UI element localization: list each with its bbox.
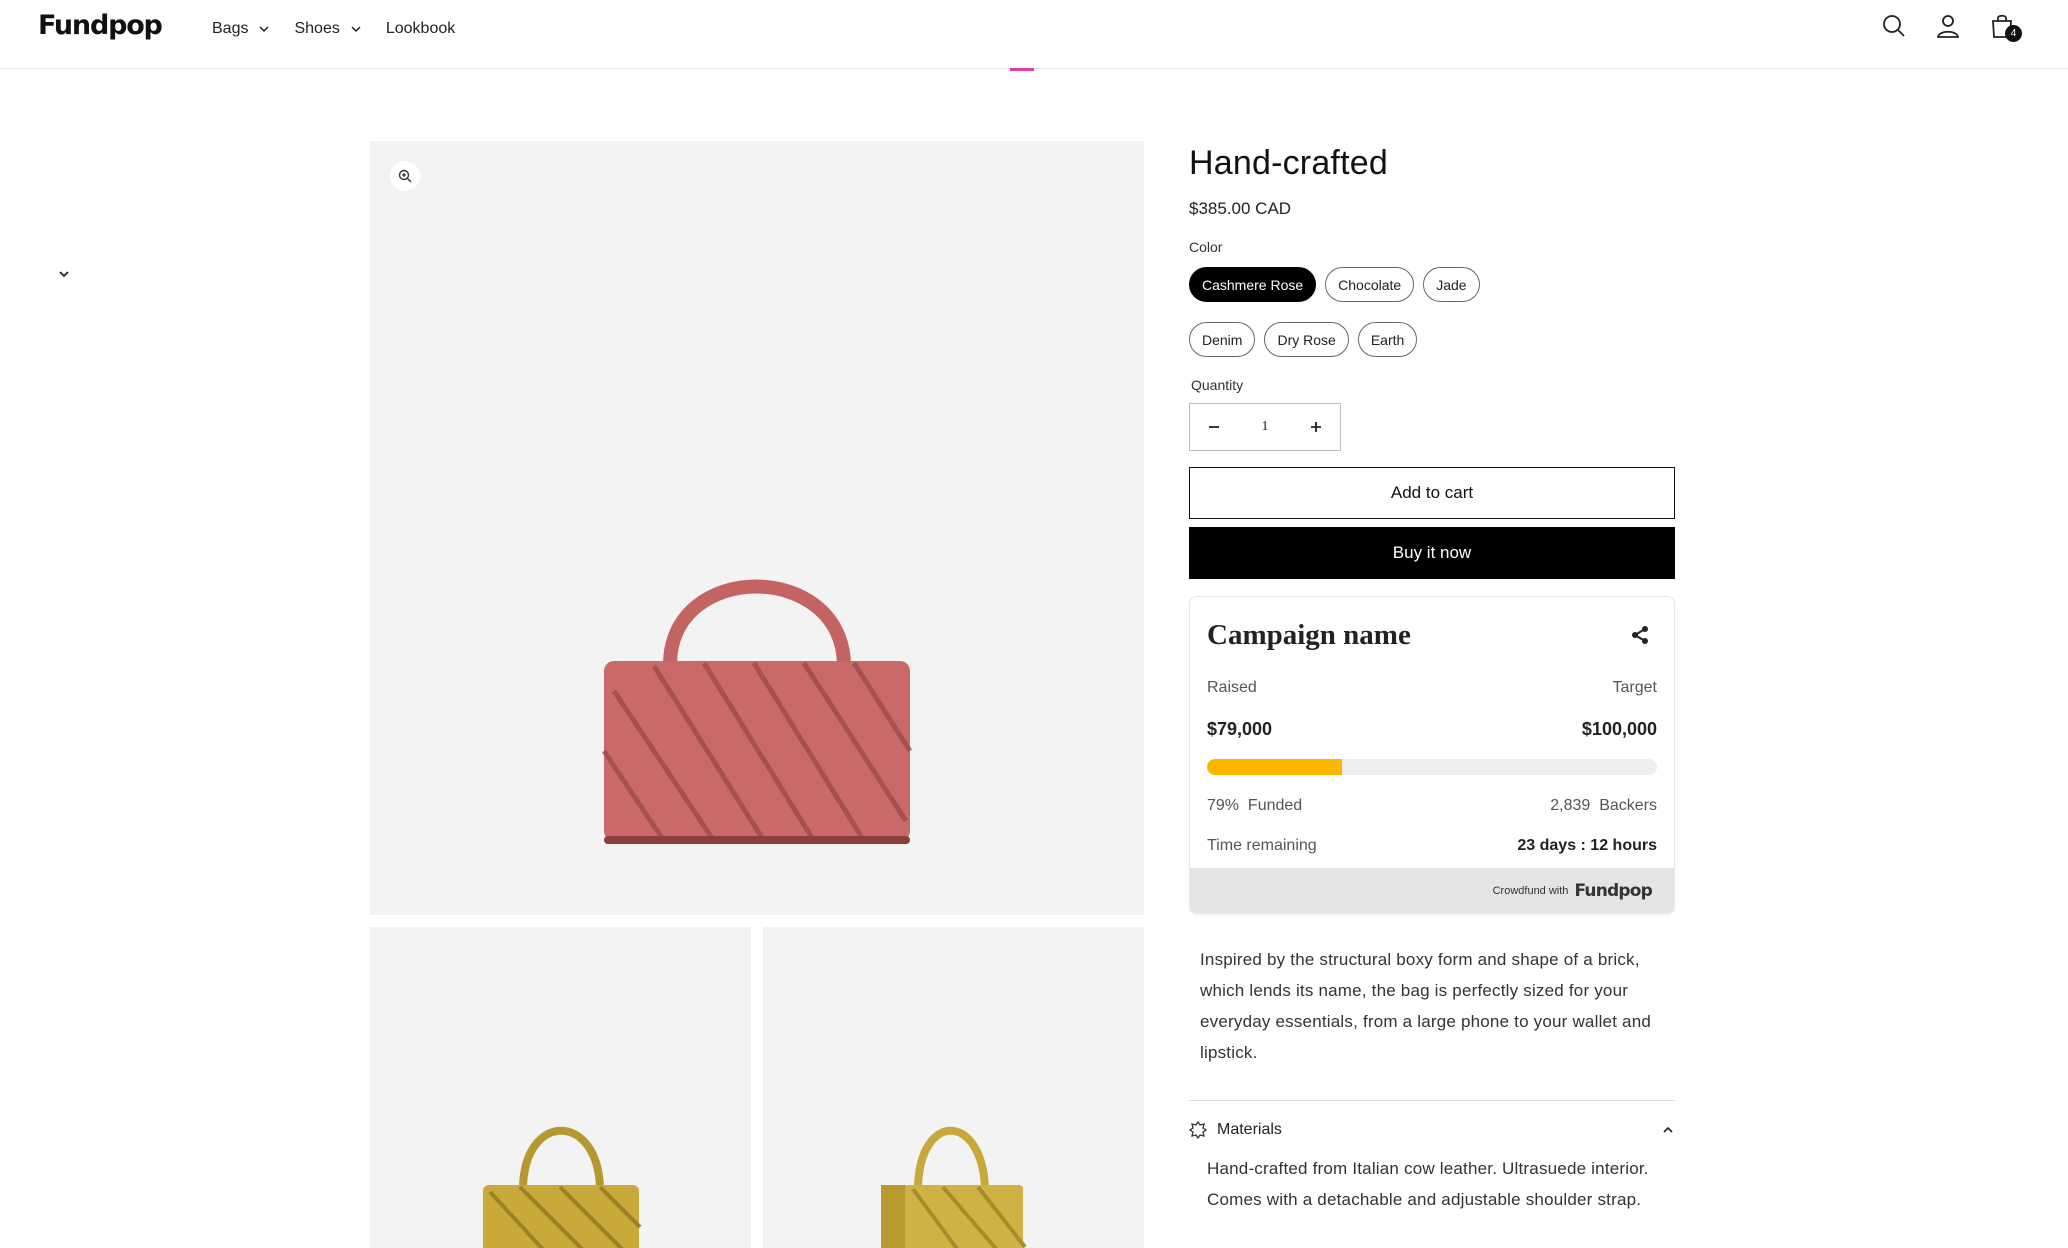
color-option-jade[interactable]: Jade bbox=[1423, 267, 1480, 302]
backers-label: Backers bbox=[1599, 797, 1657, 814]
nav-label: Shoes bbox=[294, 20, 340, 37]
color-option-earth[interactable]: Earth bbox=[1357, 322, 1418, 357]
quantity-stepper bbox=[1189, 403, 1341, 451]
add-to-cart-button[interactable]: Add to cart bbox=[1189, 467, 1675, 519]
campaign-widget: Campaign name Raised Target $79,000 $100… bbox=[1189, 596, 1675, 914]
product-description: Inspired by the structural boxy form and… bbox=[1200, 950, 1652, 1062]
color-option-denim[interactable]: Denim bbox=[1189, 322, 1256, 357]
color-option-dry-rose[interactable]: Dry Rose bbox=[1264, 322, 1349, 357]
target-amount: $100,000 bbox=[1581, 718, 1657, 739]
site-header: Fundpop Bags Shoes Lookbook 4 bbox=[0, 0, 2068, 71]
account-icon[interactable] bbox=[1934, 12, 1962, 40]
campaign-name: Campaign name bbox=[1207, 618, 1411, 651]
product-thumbnail[interactable] bbox=[763, 927, 1144, 1248]
time-remaining-value: 23 days : 12 hours bbox=[1517, 837, 1657, 854]
materials-title: Materials bbox=[1217, 1121, 1282, 1138]
chevron-down-icon[interactable] bbox=[57, 267, 71, 281]
target-label: Target bbox=[1612, 679, 1657, 696]
color-options: Cashmere Rose Chocolate Jade Denim Dry R… bbox=[1189, 267, 1675, 357]
divider bbox=[1189, 1100, 1675, 1101]
nav-label: Bags bbox=[212, 20, 249, 37]
crowdfund-with-text: Crowdfund with bbox=[1492, 884, 1569, 897]
zoom-icon[interactable] bbox=[390, 161, 420, 191]
bag-image bbox=[483, 1127, 642, 1248]
bag-image bbox=[601, 579, 913, 844]
chevron-down-icon bbox=[259, 26, 269, 33]
nav-item-bags[interactable]: Bags bbox=[212, 18, 270, 40]
nav-active-indicator bbox=[1010, 68, 1034, 71]
main-nav: Bags Shoes Lookbook bbox=[212, 18, 479, 40]
funding-progress-fill bbox=[1207, 759, 1342, 775]
minus-icon[interactable] bbox=[1204, 417, 1224, 437]
raised-amount: $79,000 bbox=[1207, 718, 1273, 739]
raised-label: Raised bbox=[1207, 679, 1257, 696]
product-main-image[interactable] bbox=[370, 141, 1144, 915]
campaign-footer[interactable]: Crowdfund with Fundpop bbox=[1190, 868, 1674, 913]
color-option-chocolate[interactable]: Chocolate bbox=[1325, 267, 1415, 302]
backers-stat: 2,839 Backers bbox=[1550, 797, 1657, 815]
time-remaining-label: Time remaining bbox=[1207, 837, 1317, 854]
header-icons: 4 bbox=[1880, 12, 2022, 42]
product-thumbnail[interactable] bbox=[370, 927, 751, 1248]
materials-accordion-toggle[interactable]: Materials bbox=[1189, 1119, 1675, 1141]
share-icon[interactable] bbox=[1629, 624, 1651, 646]
color-label: Color bbox=[1189, 239, 1223, 255]
funded-percent: 79% bbox=[1207, 797, 1240, 814]
chevron-up-icon bbox=[1663, 1126, 1673, 1133]
funded-stat: 79% Funded bbox=[1207, 797, 1302, 815]
product-title: Hand-crafted bbox=[1189, 144, 1388, 182]
product-price: $385.00 CAD bbox=[1189, 199, 1292, 218]
buy-now-button[interactable]: Buy it now bbox=[1189, 527, 1675, 579]
logo[interactable]: Fundpop bbox=[38, 10, 163, 41]
color-option-cashmere-rose[interactable]: Cashmere Rose bbox=[1189, 267, 1317, 302]
materials-icon bbox=[1189, 1121, 1207, 1139]
cart-count-badge: 4 bbox=[2005, 25, 2022, 42]
nav-item-lookbook[interactable]: Lookbook bbox=[386, 18, 455, 40]
search-icon[interactable] bbox=[1880, 12, 1908, 40]
nav-item-shoes[interactable]: Shoes bbox=[294, 18, 361, 40]
product-info: Hand-crafted $385.00 CAD Color Cashmere … bbox=[1189, 141, 1675, 1215]
chevron-down-icon bbox=[351, 26, 361, 33]
bag-image bbox=[881, 1127, 1027, 1248]
materials-text: Hand-crafted from Italian cow leather. U… bbox=[1207, 1159, 1649, 1209]
cart-icon[interactable]: 4 bbox=[1988, 12, 2022, 42]
quantity-input[interactable] bbox=[1240, 419, 1290, 435]
backers-count: 2,839 bbox=[1550, 797, 1591, 814]
nav-label: Lookbook bbox=[385, 20, 456, 37]
funding-progress-bar bbox=[1207, 759, 1657, 775]
funded-label: Funded bbox=[1247, 797, 1303, 814]
quantity-label: Quantity bbox=[1191, 377, 1244, 393]
plus-icon[interactable] bbox=[1306, 417, 1326, 437]
fundpop-logo: Fundpop bbox=[1574, 880, 1652, 901]
